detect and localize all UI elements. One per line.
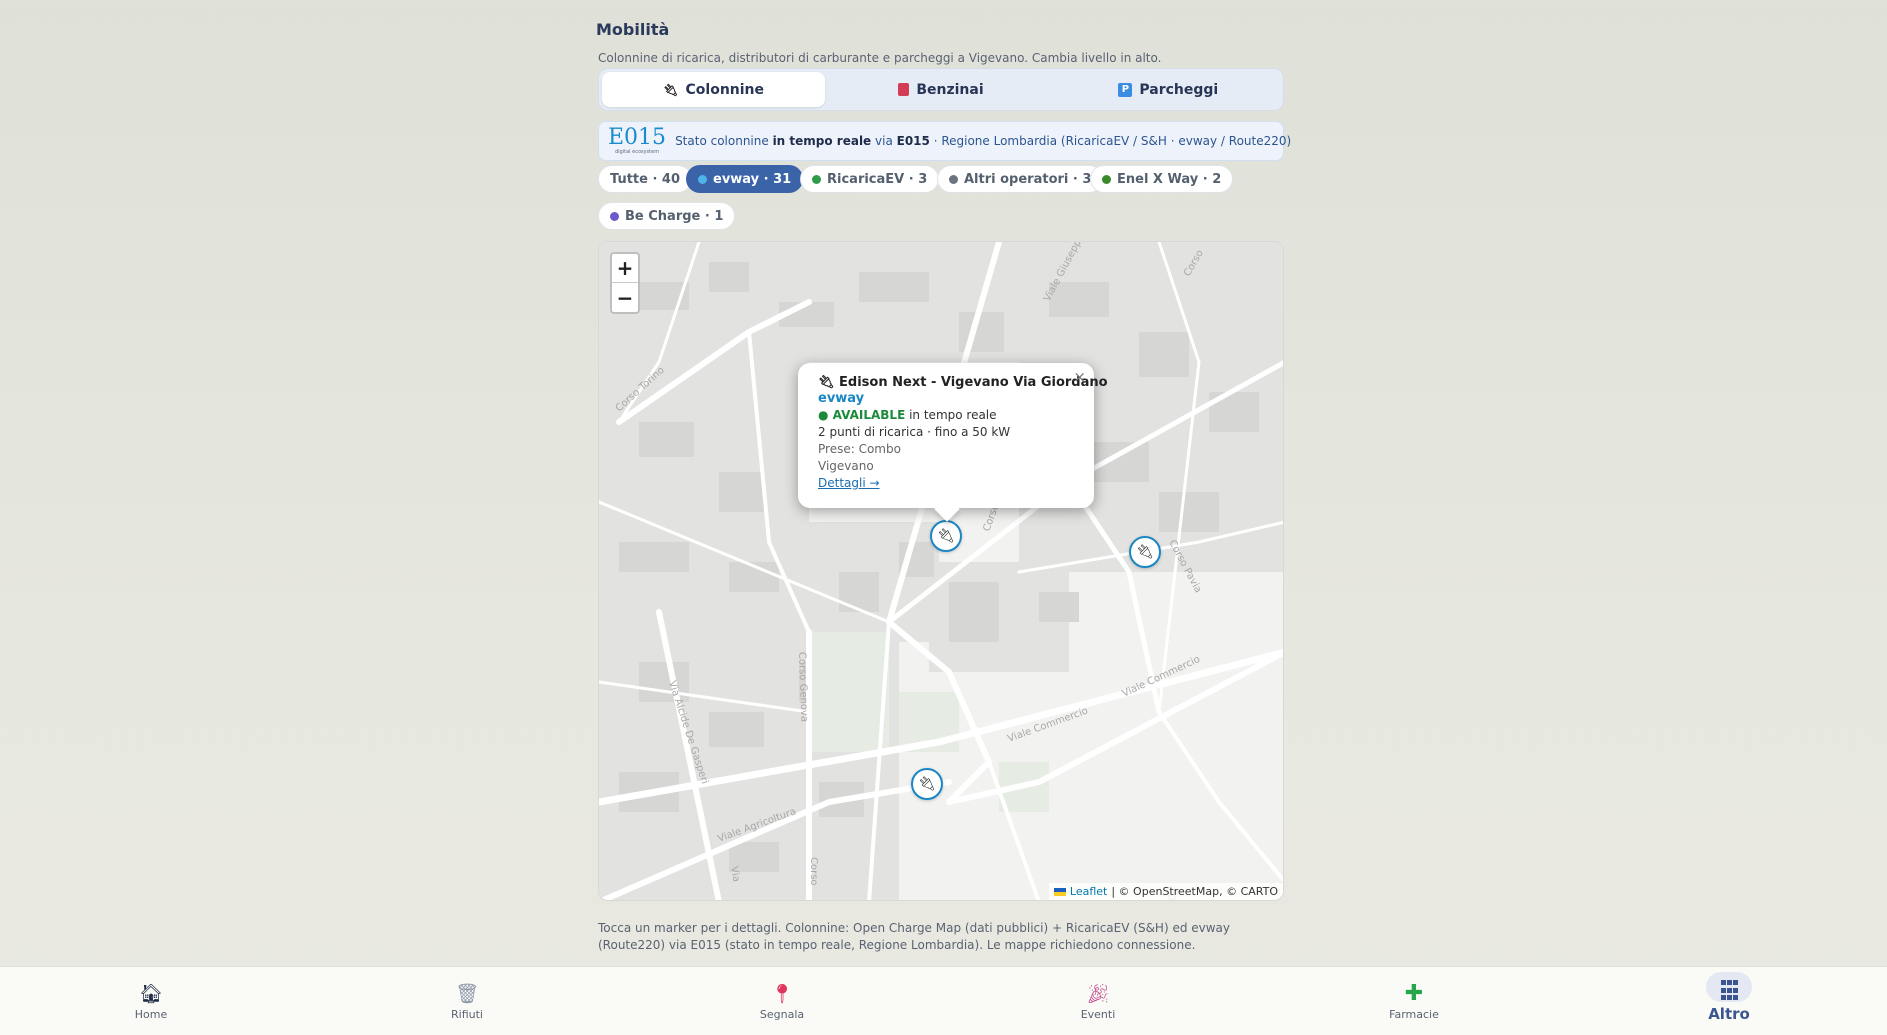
operator-dot-icon (610, 211, 619, 221)
filter-chip-label: evway · 31 (713, 171, 792, 187)
filter-chip-label: Enel X Way · 2 (1117, 171, 1222, 187)
page-title: Mobilità (596, 20, 670, 39)
filter-chip-be-charge[interactable]: Be Charge · 1 (598, 202, 736, 230)
operator-dot-icon (949, 174, 958, 184)
grid-icon (1720, 980, 1738, 1002)
filter-chip-tutte[interactable]: Tutte · 40 (598, 165, 693, 193)
tab-benzinai[interactable]: Benzinai (829, 72, 1052, 107)
zoom-out-button[interactable]: − (612, 283, 638, 312)
e015-logo-subtext: digital ecosystem (614, 149, 660, 155)
map-attribution: Leaflet | © OpenStreetMap, © CARTO (1048, 883, 1283, 900)
filter-chip-evway[interactable]: evway · 31 (686, 165, 804, 193)
plug-icon: 🔌︎ (663, 82, 679, 97)
nav-label: Eventi (1080, 1007, 1116, 1021)
leaflet-link[interactable]: Leaflet (1070, 885, 1107, 898)
popup-title: 🔌︎ Edison Next - Vigevano Via Giordano (818, 375, 1108, 390)
plug-icon: 🔌︎ (818, 375, 840, 390)
nav-item-segnala[interactable]: 📍︎ Segnala (737, 967, 827, 1035)
map-view[interactable]: Corso Torino Viale Giuseppe Mazzini Cors… (598, 241, 1284, 901)
filter-chip-ricaricaev[interactable]: RicaricaEV · 3 (800, 165, 940, 193)
tab-parcheggi[interactable]: P Parcheggi (1057, 72, 1280, 107)
charging-station-marker[interactable]: 🔌︎ (911, 768, 943, 800)
operator-dot-icon (812, 174, 821, 184)
map-tiles[interactable]: Corso Torino Viale Giuseppe Mazzini Cors… (599, 242, 1284, 901)
operator-dot-icon (698, 174, 707, 184)
tab-colonnine[interactable]: 🔌︎ Colonnine (602, 72, 826, 107)
e015-banner: E015 digital ecosystem Stato colonnine i… (598, 121, 1291, 161)
nav-label: Segnala (759, 1007, 805, 1021)
plug-icon: 🔌︎ (1136, 544, 1154, 560)
fuel-pump-icon (898, 83, 910, 96)
operator-dot-icon (1102, 174, 1111, 184)
popup-plugs: Prese: Combo (818, 442, 901, 456)
nav-item-altro[interactable]: Altro (1684, 967, 1774, 1035)
close-icon[interactable]: × (1073, 368, 1086, 386)
pin-icon: 📍︎ (769, 982, 795, 1005)
tab-label: Benzinai (916, 81, 984, 98)
zoom-control: + − (610, 252, 640, 314)
zoom-in-button[interactable]: + (612, 254, 638, 283)
details-link[interactable]: Dettagli → (818, 476, 880, 490)
tab-label: Parcheggi (1139, 81, 1219, 98)
party-icon: 🎉︎ (1085, 982, 1111, 1005)
filter-chip-label: Tutte · 40 (610, 171, 681, 187)
e015-logo-text: E015 (608, 125, 667, 150)
popup-points: 2 punti di ricarica · fino a 50 kW (818, 425, 1011, 439)
banner-text-bold2: E015 (896, 134, 930, 148)
banner-text: Stato colonnine in tempo reale via E015 … (675, 134, 1291, 148)
map-footnote: Tocca un marker per i dettagli. Colonnin… (598, 921, 1231, 952)
plug-icon: 🔌︎ (937, 528, 955, 544)
street-label: Corso (808, 857, 819, 886)
pharmacy-cross-icon: ✚ (1404, 980, 1424, 1006)
nav-label: Rifiuti (451, 1007, 483, 1021)
bottom-navigation: 🏠︎ Home 🗑︎ Rifiuti 📍︎ Segnala 🎉︎ Eventi … (0, 966, 1887, 1035)
charging-station-marker[interactable]: 🔌︎ (1129, 536, 1161, 568)
filter-chip-label: Altri operatori · 3 (964, 171, 1092, 187)
filter-chip-label: RicaricaEV · 3 (827, 171, 928, 187)
banner-text-mid: via (871, 134, 897, 148)
home-icon: 🏠︎ (138, 982, 164, 1005)
nav-label: Farmacie (1389, 1007, 1439, 1021)
attribution-text: | © OpenStreetMap, © CARTO (1111, 885, 1278, 898)
station-popup: × 🔌︎ Edison Next - Vigevano Via Giordano… (798, 363, 1108, 508)
trash-icon: 🗑︎ (454, 982, 480, 1005)
banner-text-bold: in tempo reale (772, 134, 872, 148)
banner-text-pre: Stato colonnine (675, 134, 773, 148)
ukraine-flag-icon (1053, 887, 1066, 896)
nav-label: Altro (1708, 1005, 1750, 1023)
popup-operator: evway (818, 391, 865, 406)
layer-tabs: 🔌︎ Colonnine Benzinai P Parcheggi (598, 68, 1284, 111)
plug-icon: 🔌︎ (918, 776, 936, 792)
status-badge: ● AVAILABLE (818, 408, 906, 422)
filter-chip-label: Be Charge · 1 (625, 208, 724, 224)
tab-label: Colonnine (685, 81, 765, 98)
popup-city: Vigevano (818, 459, 874, 473)
nav-item-eventi[interactable]: 🎉︎ Eventi (1053, 967, 1143, 1035)
charging-station-marker[interactable]: 🔌︎ (930, 520, 962, 552)
nav-item-rifiuti[interactable]: 🗑︎ Rifiuti (422, 967, 512, 1035)
banner-text-post: · Regione Lombardia (RicaricaEV / S&H · … (929, 134, 1292, 148)
popup-status: ● AVAILABLE in tempo reale (818, 407, 1074, 424)
filter-chip-altri-operatori[interactable]: Altri operatori · 3 (937, 165, 1104, 193)
filter-chip-enel-x-way[interactable]: Enel X Way · 2 (1090, 165, 1234, 193)
popup-title-text: Edison Next - Vigevano Via Giordano (839, 375, 1108, 390)
nav-item-home[interactable]: 🏠︎ Home (106, 967, 196, 1035)
parking-icon: P (1118, 82, 1133, 97)
nav-item-farmacie[interactable]: ✚ Farmacie (1369, 967, 1459, 1035)
page-subtitle: Colonnine di ricarica, distributori di c… (598, 51, 1162, 65)
nav-label: Home (134, 1007, 168, 1021)
e015-logo: E015 digital ecosystem (608, 127, 666, 155)
status-suffix: in tempo reale (905, 408, 997, 422)
